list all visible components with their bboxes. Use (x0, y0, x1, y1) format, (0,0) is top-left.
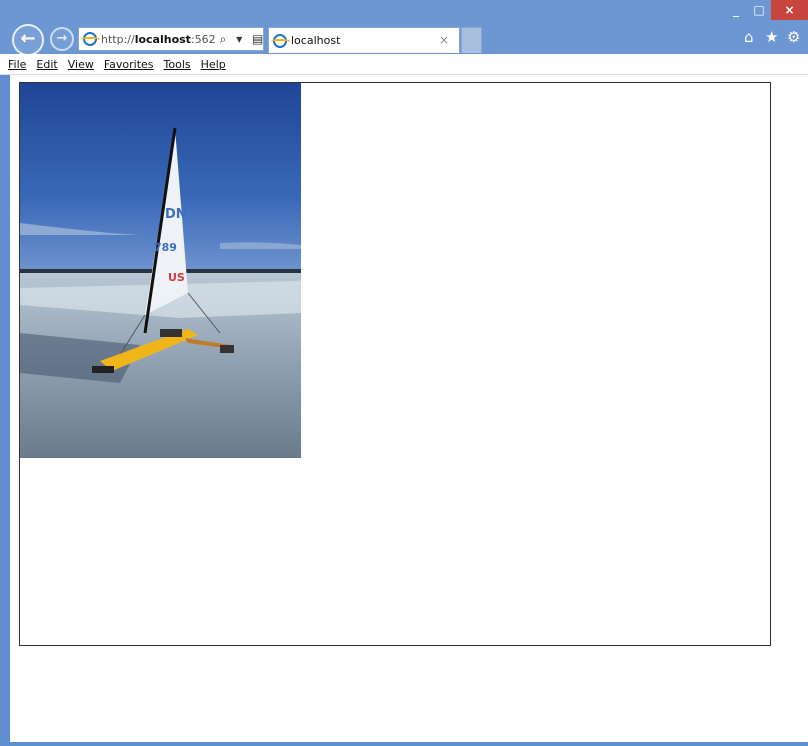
ie-page-icon (80, 32, 100, 46)
svg-text:US: US (168, 271, 185, 284)
menu-tools[interactable]: Tools (164, 58, 191, 71)
ie-tab-icon (270, 33, 290, 48)
back-arrow-icon: ← (20, 28, 36, 49)
tab-close-icon[interactable]: × (439, 33, 449, 47)
tab-localhost[interactable]: localhost × (268, 27, 460, 53)
ice-boat-photo: DN 789 US (20, 83, 301, 458)
menu-help[interactable]: Help (201, 58, 226, 71)
title-bar: _ □ × ← → http:// localhost :562 ⌕ ▾ ▤ ↻… (0, 0, 808, 56)
menu-bar: File Edit View Favorites Tools Help (0, 54, 808, 75)
browser-window: _ □ × ← → http:// localhost :562 ⌕ ▾ ▤ ↻… (0, 0, 808, 746)
svg-text:DN: DN (165, 207, 187, 222)
url-host: localhost (134, 32, 191, 46)
menu-edit[interactable]: Edit (36, 58, 57, 71)
forward-arrow-icon: → (56, 31, 68, 46)
menu-view[interactable]: View (68, 58, 94, 71)
address-bar[interactable]: http:// localhost :562 ⌕ ▾ ▤ ↻ (78, 27, 264, 51)
minimize-button[interactable]: _ (725, 0, 747, 20)
gear-icon[interactable]: ⚙ (787, 28, 800, 46)
back-button[interactable]: ← (12, 24, 44, 56)
svg-text:789: 789 (154, 241, 177, 254)
forward-button[interactable]: → (50, 27, 74, 51)
maximize-button[interactable]: □ (748, 0, 770, 20)
url-port: :562 (190, 32, 216, 46)
favorites-star-icon[interactable]: ★ (765, 28, 778, 46)
home-icon[interactable]: ⌂ (744, 28, 754, 46)
tab-title: localhost (291, 34, 341, 47)
menu-file[interactable]: File (8, 58, 26, 71)
url-prefix: http:// (101, 32, 135, 46)
close-window-button[interactable]: × (771, 0, 808, 20)
menu-favorites[interactable]: Favorites (104, 58, 154, 71)
address-tools-icons[interactable]: ⌕ ▾ ▤ ↻ (220, 32, 263, 47)
new-tab-button[interactable] (461, 27, 482, 53)
